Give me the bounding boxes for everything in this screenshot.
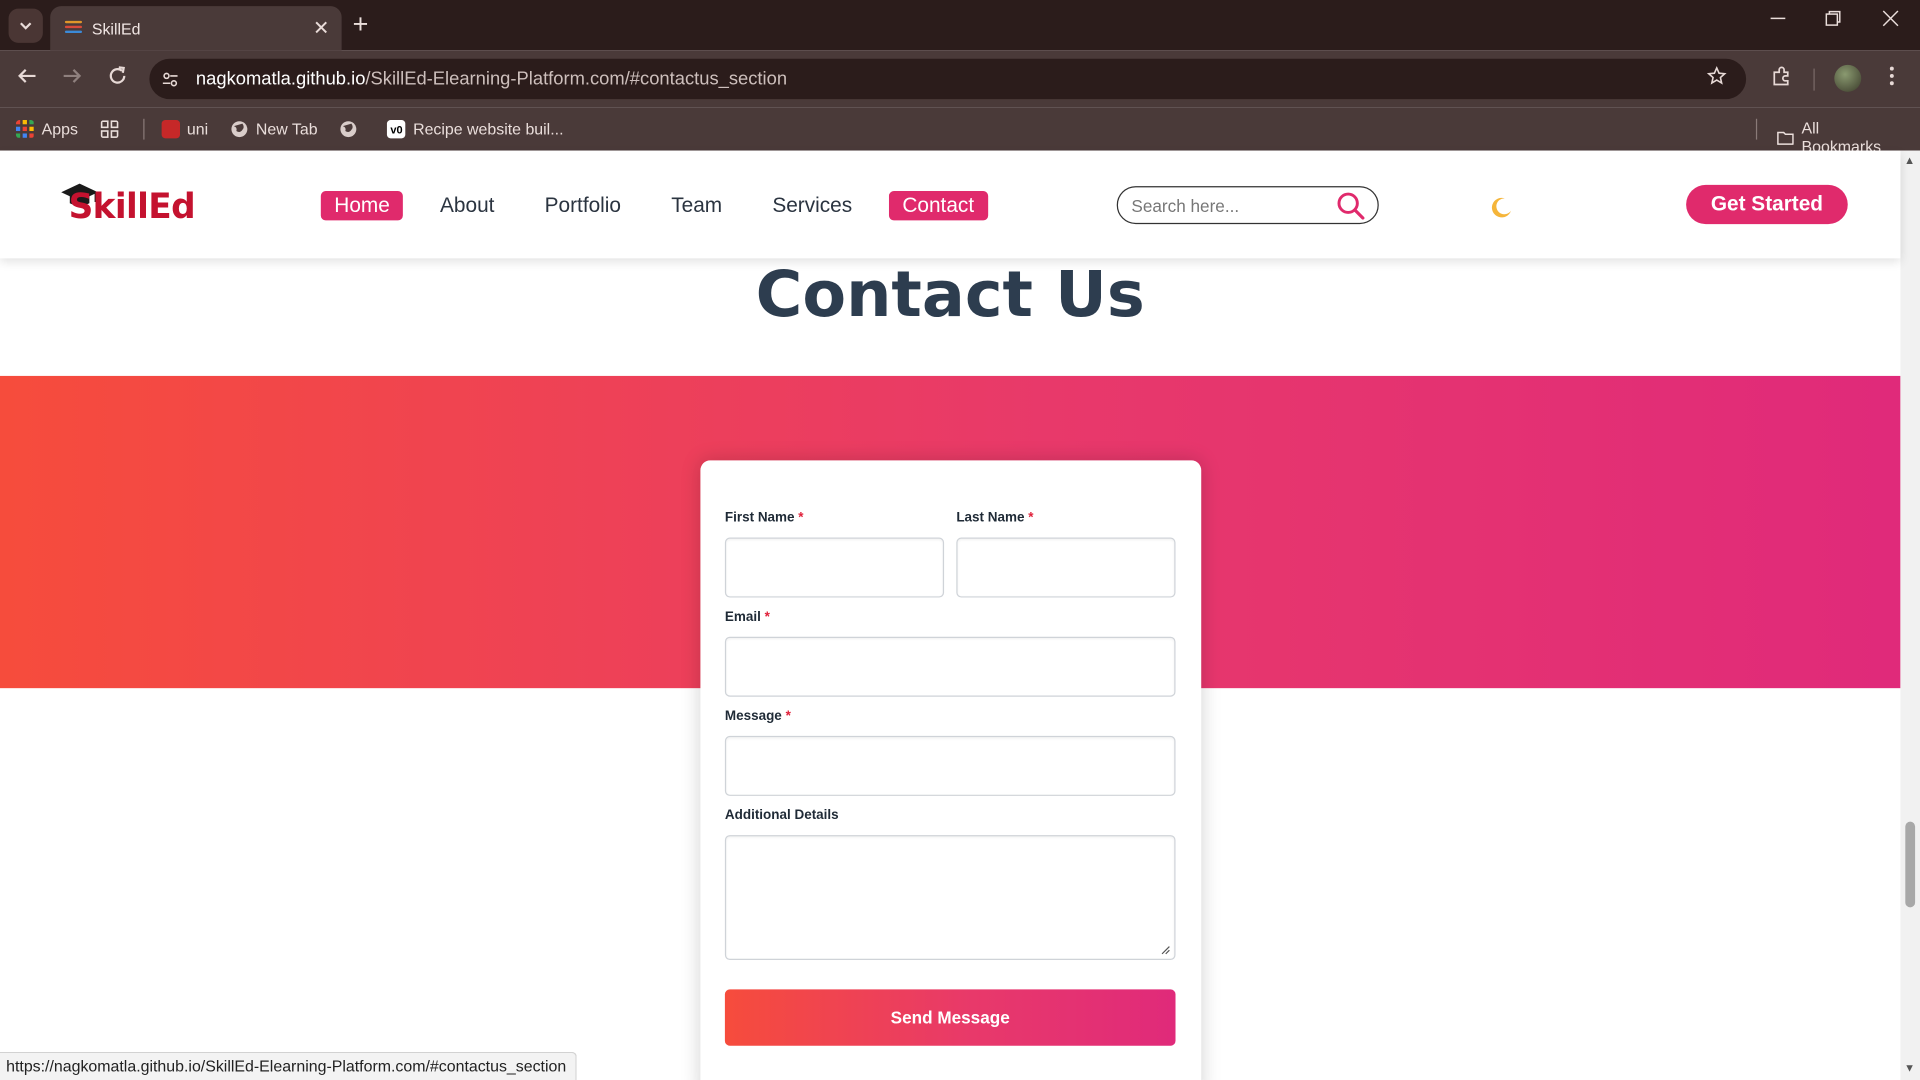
forward-icon[interactable]: [61, 65, 83, 93]
bookmark-star-icon[interactable]: [1706, 65, 1727, 92]
folder-icon: [1777, 131, 1794, 145]
bookmark-globe[interactable]: [340, 120, 366, 138]
tab-search-button[interactable]: [8, 8, 43, 43]
nav-portfolio[interactable]: Portfolio: [531, 191, 634, 220]
bookmark-label: Recipe website buil...: [413, 120, 564, 139]
message-field[interactable]: [724, 735, 1176, 796]
scroll-down-icon[interactable]: ▼: [1904, 1062, 1915, 1074]
restore-icon[interactable]: [1824, 10, 1841, 33]
globe-icon: [340, 121, 357, 138]
skilled-favicon-icon: [64, 20, 83, 37]
email-label: Email *: [724, 609, 770, 625]
nav-about[interactable]: About: [427, 191, 508, 220]
additional-details-label: Additional Details: [724, 808, 839, 823]
globe-icon: [231, 121, 248, 138]
browser-toolbar: nagkomatla.github.io/SkillEd-Elearning-P…: [0, 50, 1920, 108]
bookmark-label: uni: [186, 120, 209, 139]
resize-handle-icon[interactable]: [1161, 945, 1171, 955]
nav-contact[interactable]: Contact: [888, 191, 988, 221]
dark-mode-moon-icon[interactable]: [1489, 195, 1513, 226]
bookmarks-separator: [142, 118, 145, 140]
active-tab[interactable]: SkillEd ✕: [50, 6, 342, 51]
scroll-thumb[interactable]: [1905, 821, 1916, 908]
page-scrollbar[interactable]: ▲ ▼: [1900, 150, 1920, 1080]
uni-logo-icon: [161, 120, 180, 139]
search-icon[interactable]: [1336, 191, 1365, 220]
send-message-button[interactable]: Send Message: [724, 989, 1176, 1046]
toolbar-divider: [1813, 68, 1815, 91]
scroll-up-icon[interactable]: ▲: [1904, 154, 1915, 166]
link-status-bar: https://nagkomatla.github.io/SkillEd-Ele…: [0, 1051, 578, 1080]
bookmark-uni[interactable]: uni: [161, 120, 209, 139]
bookmark-new-tab[interactable]: New Tab: [230, 120, 318, 139]
nav-home[interactable]: Home: [320, 191, 404, 221]
tab-strip: SkillEd ✕ +: [0, 0, 1920, 51]
site-info-icon[interactable]: [156, 64, 185, 93]
profile-avatar[interactable]: [1834, 64, 1862, 92]
browser-menu-icon[interactable]: [1886, 65, 1898, 93]
chevron-down-icon: [20, 22, 32, 30]
browser-window: SkillEd ✕ + nagkomatla.github.io/SkillEd…: [0, 0, 1920, 1080]
skilled-logo[interactable]: SkillEd: [56, 180, 208, 231]
search-input[interactable]: [1131, 195, 1328, 215]
nav-team[interactable]: Team: [658, 191, 736, 220]
bookmarks-separator: [1755, 118, 1758, 140]
bookmark-tab-groups[interactable]: [100, 120, 126, 138]
minimize-icon[interactable]: [1769, 10, 1786, 33]
close-tab-icon[interactable]: ✕: [313, 16, 329, 40]
tab-title: SkillEd: [91, 18, 141, 38]
message-label: Message *: [724, 708, 791, 724]
tab-groups-icon: [100, 120, 118, 138]
bookmarks-bar: Apps uni New Tab v0 Recipe website buil.…: [0, 107, 1920, 156]
v0-logo-icon: v0: [387, 120, 406, 139]
contact-title: Contact Us: [755, 258, 1145, 332]
extensions-icon[interactable]: [1771, 65, 1793, 93]
search-box: [1116, 186, 1379, 225]
get-started-button[interactable]: Get Started: [1686, 184, 1848, 225]
bookmark-recipe-website[interactable]: v0 Recipe website buil...: [387, 120, 564, 139]
last-name-field[interactable]: [956, 537, 1176, 598]
main-nav: Home About Portfolio Team Services Conta…: [320, 191, 1011, 221]
bookmark-label: New Tab: [255, 120, 318, 139]
logo-text: SkillEd: [68, 186, 196, 227]
nav-services[interactable]: Services: [759, 191, 866, 220]
close-window-icon[interactable]: [1882, 10, 1899, 33]
apps-grid-icon: [15, 120, 34, 138]
additional-details-textarea[interactable]: [724, 835, 1176, 961]
bookmark-label: Apps: [41, 120, 78, 139]
first-name-label: First Name *: [724, 510, 804, 526]
contact-form: First Name * Last Name * Email * Message…: [700, 460, 1202, 1080]
url-host: nagkomatla.github.io: [195, 68, 366, 90]
last-name-label: Last Name *: [956, 510, 1034, 526]
address-bar[interactable]: nagkomatla.github.io/SkillEd-Elearning-P…: [149, 58, 1747, 100]
site-header: SkillEd Home About Portfolio Team Servic…: [0, 150, 1901, 259]
url-path: /SkillEd-Elearning-Platform.com/#contact…: [365, 68, 788, 90]
email-field[interactable]: [724, 636, 1176, 697]
first-name-field[interactable]: [724, 537, 945, 598]
back-icon[interactable]: [16, 65, 38, 93]
url-text: nagkomatla.github.io/SkillEd-Elearning-P…: [196, 69, 787, 90]
bookmark-apps[interactable]: Apps: [15, 120, 78, 139]
new-tab-button[interactable]: +: [353, 9, 369, 39]
reload-icon[interactable]: [107, 65, 129, 93]
